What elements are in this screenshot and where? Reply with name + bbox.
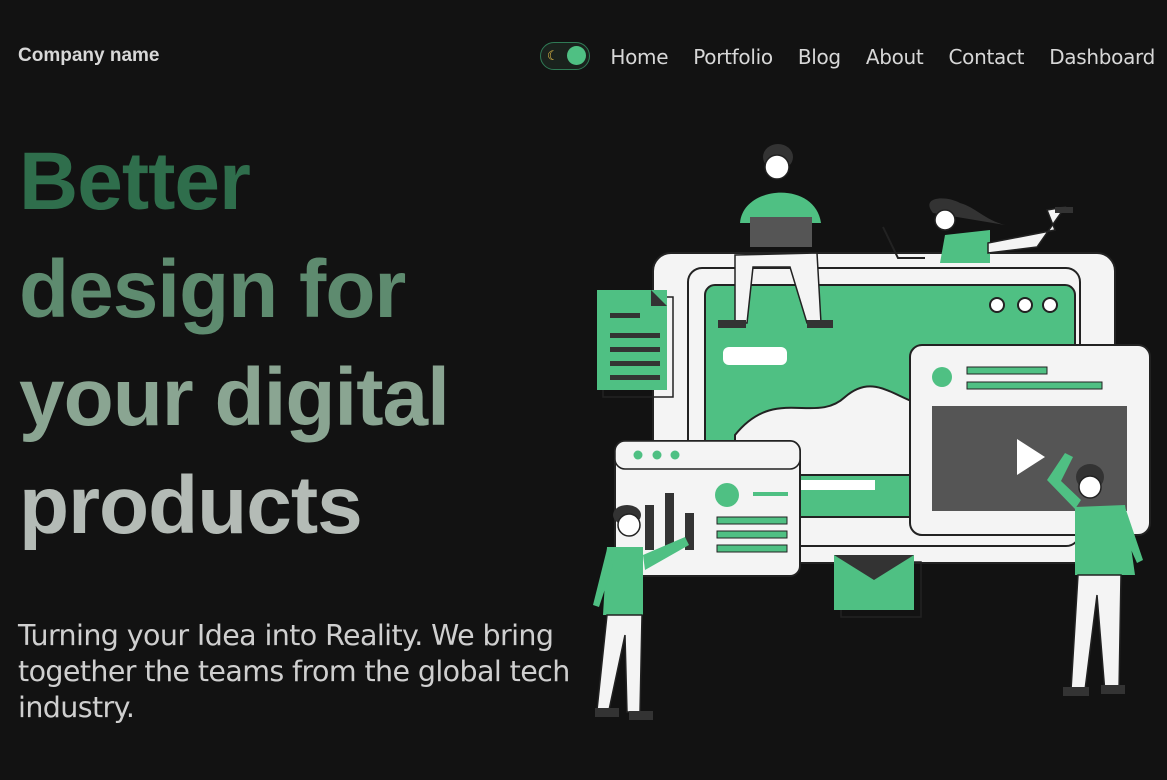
nav-portfolio[interactable]: Portfolio: [693, 45, 773, 69]
hero-illustration: [593, 144, 1151, 720]
main-nav: Home Portfolio Blog About Contact Dashbo…: [610, 45, 1155, 69]
nav-about[interactable]: About: [866, 45, 924, 69]
toggle-knob: [567, 46, 586, 65]
headline-line-2: design for: [19, 244, 406, 335]
headline-line-4: products: [19, 460, 363, 551]
nav-dashboard[interactable]: Dashboard: [1049, 45, 1155, 69]
nav-contact[interactable]: Contact: [948, 45, 1024, 69]
hero-subtext: Turning your Idea into Reality. We bring…: [18, 619, 570, 724]
nav-blog[interactable]: Blog: [798, 45, 841, 69]
nav-home[interactable]: Home: [610, 45, 668, 69]
brand-name[interactable]: Company name: [18, 45, 159, 67]
headline-line-3: your digital: [19, 352, 450, 443]
theme-toggle[interactable]: ☾: [540, 42, 590, 70]
hero-headline: Better design for your digital products: [19, 128, 579, 560]
headline-line-1: Better: [19, 136, 251, 227]
moon-icon: ☾: [547, 48, 559, 63]
